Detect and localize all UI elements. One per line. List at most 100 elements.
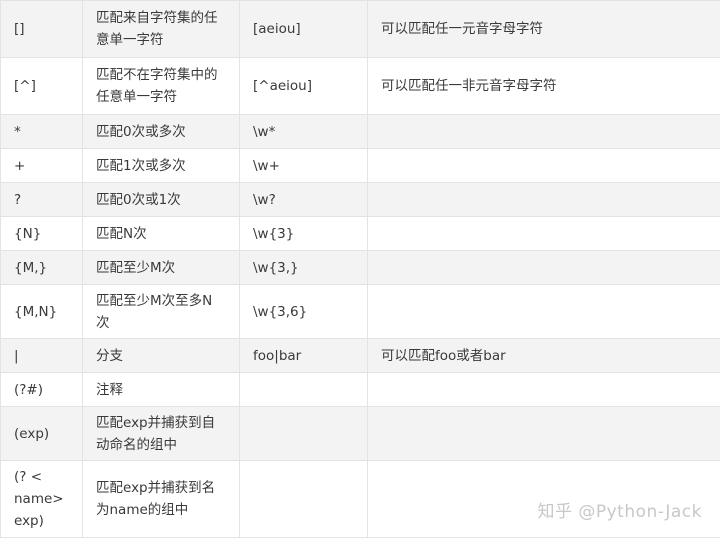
- syntax-cell: {N}: [0, 216, 83, 251]
- example-text: \w*: [253, 123, 276, 140]
- example-cell: [239, 406, 368, 461]
- syntax-text: []: [14, 21, 25, 37]
- table-row: | 分支 foo|bar 可以匹配foo或者bar: [0, 338, 720, 373]
- syntax-cell: *: [0, 114, 83, 149]
- syntax-cell: |: [0, 338, 83, 373]
- description-line: 注释: [96, 381, 123, 398]
- syntax-text: (?#): [14, 381, 44, 398]
- syntax-text: (exp): [14, 425, 50, 442]
- description-cell: 分支: [82, 338, 240, 373]
- syntax-line: exp): [14, 513, 44, 529]
- syntax-line: name>: [14, 491, 64, 507]
- example-cell: \w?: [239, 182, 368, 217]
- note-cell: [367, 406, 720, 461]
- syntax-cell: {M,N}: [0, 284, 83, 339]
- table-row: ? 匹配0次或1次 \w?: [0, 182, 720, 217]
- note-cell: 可以匹配任一非元音字母字符: [367, 57, 720, 115]
- description-cell: 注释: [82, 372, 240, 407]
- description-line: 匹配不在字符集中的: [96, 67, 218, 83]
- table-row: {M,N} 匹配至少M次至多N 次 \w{3,6}: [0, 284, 720, 339]
- table-row: + 匹配1次或多次 \w+: [0, 148, 720, 183]
- note-cell: [367, 216, 720, 251]
- table-row: {M,} 匹配至少M次 \w{3,}: [0, 250, 720, 285]
- syntax-cell: +: [0, 148, 83, 183]
- table-row: [] 匹配来自字符集的任 意单一字符 [aeiou] 可以匹配任一元音字母字符: [0, 0, 720, 58]
- example-text: \w{3,6}: [253, 303, 308, 320]
- note-cell: 可以匹配任一元音字母字符: [367, 0, 720, 58]
- example-cell: \w{3,6}: [239, 284, 368, 339]
- syntax-text: |: [14, 347, 19, 364]
- example-cell: \w*: [239, 114, 368, 149]
- watermark: 知乎 @Python-Jack: [537, 502, 702, 522]
- description-cell: 匹配exp并捕获到自 动命名的组中: [82, 406, 240, 461]
- note-cell: [367, 114, 720, 149]
- syntax-cell: (? < name> exp): [0, 460, 83, 538]
- example-cell: [239, 372, 368, 407]
- description-line: 匹配exp并捕获到自: [96, 414, 216, 431]
- description-line: 为name的组中: [96, 502, 189, 518]
- table-row: [^] 匹配不在字符集中的 任意单一字符 [^aeiou] 可以匹配任一非元音字母字符: [0, 57, 720, 115]
- note-text: 可以匹配foo或者bar: [381, 347, 506, 364]
- note-cell: 可以匹配foo或者bar: [367, 338, 720, 373]
- example-cell: [239, 460, 368, 538]
- description-line: 匹配1次或多次: [96, 157, 186, 174]
- syntax-text: {M,N}: [14, 303, 58, 320]
- description-line: 匹配来自字符集的任: [96, 10, 218, 26]
- table-row: * 匹配0次或多次 \w*: [0, 114, 720, 149]
- syntax-line: (? <: [14, 469, 43, 485]
- description-cell: 匹配exp并捕获到名 为name的组中: [82, 460, 240, 538]
- example-cell: \w+: [239, 148, 368, 183]
- example-cell: foo|bar: [239, 338, 368, 373]
- example-cell: [aeiou]: [239, 0, 368, 58]
- example-text: \w?: [253, 191, 276, 208]
- syntax-text: +: [14, 157, 26, 174]
- description-cell: 匹配0次或多次: [82, 114, 240, 149]
- description-line: 匹配exp并捕获到名: [96, 480, 216, 496]
- example-text: [^aeiou]: [253, 78, 312, 94]
- note-text: 可以匹配任一非元音字母字符: [381, 78, 557, 94]
- description-line: 分支: [96, 347, 123, 364]
- syntax-cell: {M,}: [0, 250, 83, 285]
- description-cell: 匹配N次: [82, 216, 240, 251]
- description-cell: 匹配不在字符集中的 任意单一字符: [82, 57, 240, 115]
- description-line: 匹配至少M次: [96, 259, 176, 276]
- description-line: 任意单一字符: [96, 89, 177, 105]
- description-cell: 匹配至少M次: [82, 250, 240, 285]
- note-cell: [367, 148, 720, 183]
- table-row: (exp) 匹配exp并捕获到自 动命名的组中: [0, 406, 720, 461]
- description-line: 匹配N次: [96, 225, 147, 242]
- syntax-text: ?: [14, 191, 22, 208]
- syntax-cell: ?: [0, 182, 83, 217]
- description-cell: 匹配来自字符集的任 意单一字符: [82, 0, 240, 58]
- description-line: 匹配至少M次至多N: [96, 292, 213, 309]
- description-line: 次: [96, 314, 110, 331]
- description-cell: 匹配0次或1次: [82, 182, 240, 217]
- regex-syntax-table: [] 匹配来自字符集的任 意单一字符 [aeiou] 可以匹配任一元音字母字符 [^] 匹配…: [0, 0, 720, 538]
- syntax-text: {M,}: [14, 259, 48, 276]
- syntax-cell: (?#): [0, 372, 83, 407]
- description-line: 匹配0次或多次: [96, 123, 186, 140]
- syntax-cell: (exp): [0, 406, 83, 461]
- note-cell: [367, 250, 720, 285]
- note-cell: [367, 182, 720, 217]
- example-text: \w{3}: [253, 225, 295, 242]
- syntax-cell: []: [0, 0, 83, 58]
- description-cell: 匹配至少M次至多N 次: [82, 284, 240, 339]
- description-line: 意单一字符: [96, 32, 164, 48]
- table-row: {N} 匹配N次 \w{3}: [0, 216, 720, 251]
- note-cell: [367, 372, 720, 407]
- table-row: (?#) 注释: [0, 372, 720, 407]
- note-text: 可以匹配任一元音字母字符: [381, 21, 543, 37]
- description-cell: 匹配1次或多次: [82, 148, 240, 183]
- description-line: 匹配0次或1次: [96, 191, 181, 208]
- syntax-text: *: [14, 123, 21, 140]
- example-cell: \w{3}: [239, 216, 368, 251]
- example-text: \w+: [253, 157, 280, 174]
- note-cell: [367, 284, 720, 339]
- syntax-cell: [^]: [0, 57, 83, 115]
- syntax-text: {N}: [14, 225, 42, 242]
- example-cell: [^aeiou]: [239, 57, 368, 115]
- example-text: [aeiou]: [253, 21, 301, 37]
- example-cell: \w{3,}: [239, 250, 368, 285]
- example-text: foo|bar: [253, 347, 302, 364]
